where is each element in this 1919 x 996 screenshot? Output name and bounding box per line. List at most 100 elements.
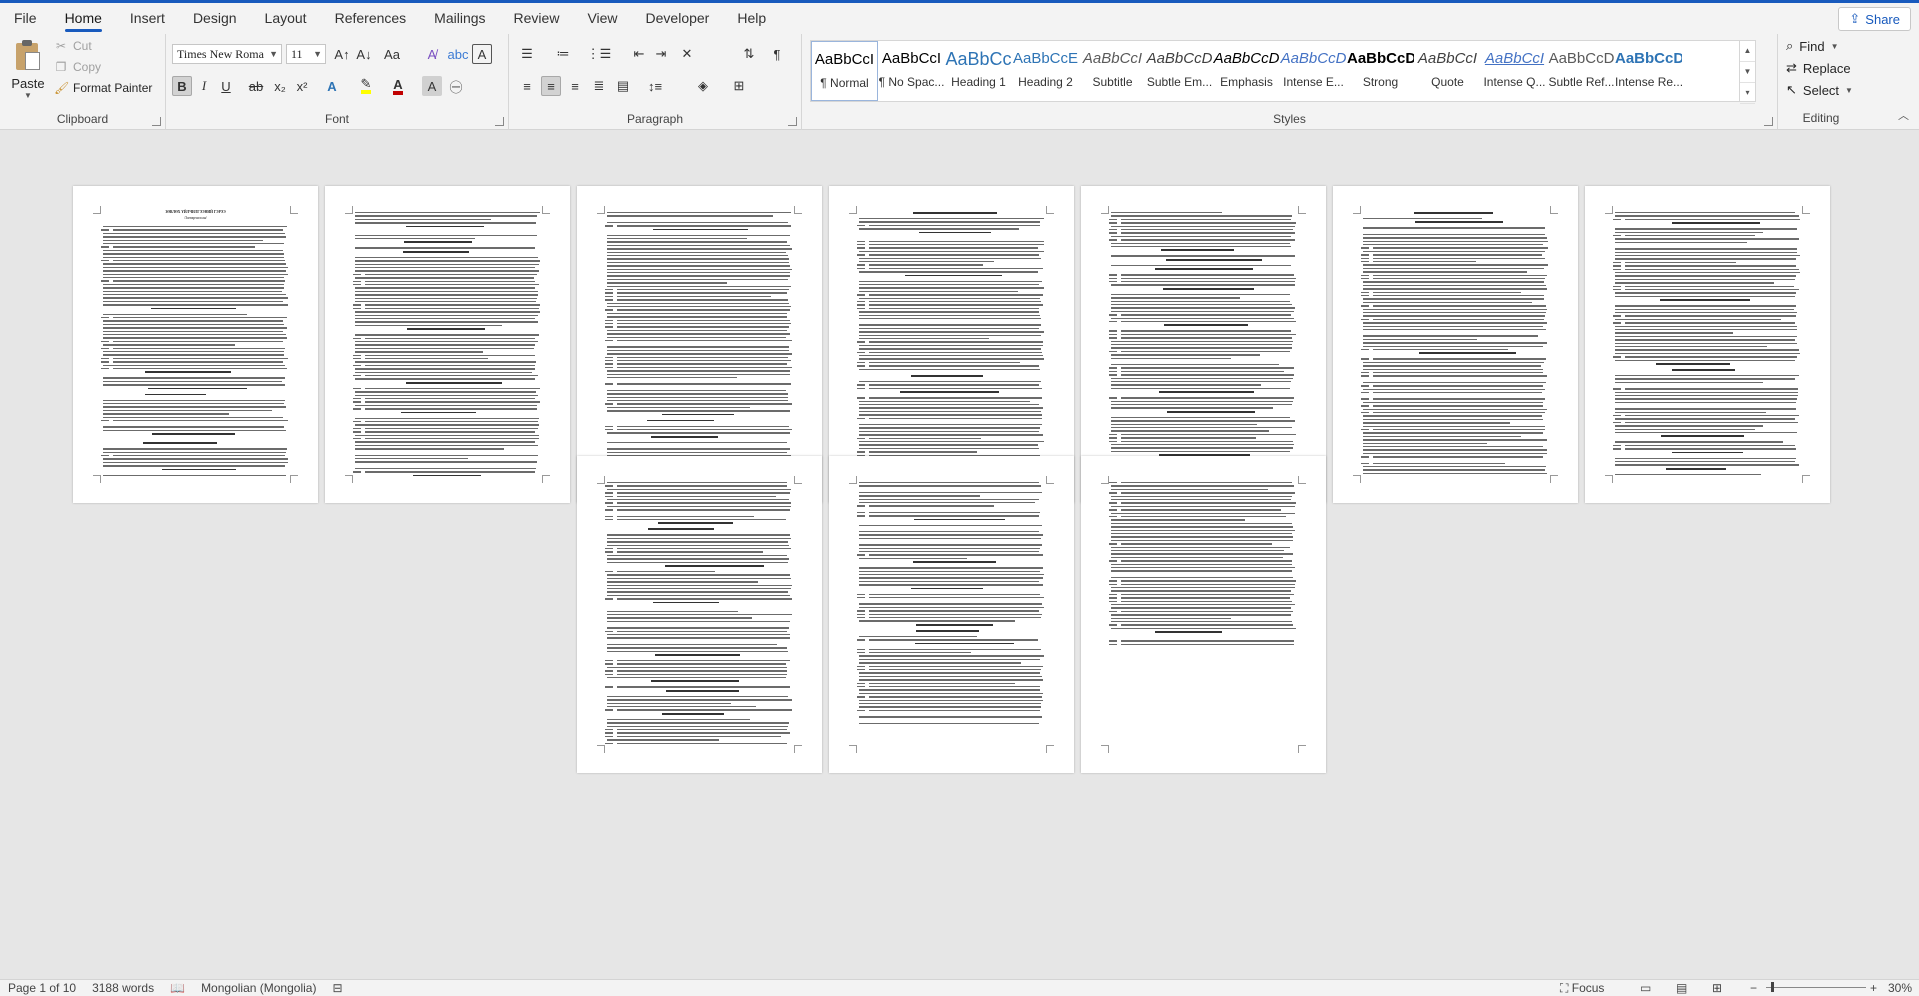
document-page[interactable]: [1333, 186, 1578, 503]
zoom-out-button[interactable]: −: [1750, 981, 1757, 995]
tab-insert[interactable]: Insert: [116, 3, 179, 34]
paste-button[interactable]: Paste ▼: [8, 40, 48, 102]
align-center-button[interactable]: ≡: [541, 76, 561, 96]
increase-indent-button[interactable]: ⇥: [651, 44, 671, 64]
tab-design[interactable]: Design: [179, 3, 251, 34]
borders-button[interactable]: ⊞: [729, 76, 749, 96]
more-icon[interactable]: ▾: [1740, 83, 1755, 104]
show-marks-button[interactable]: ¶: [767, 44, 787, 64]
web-layout-icon[interactable]: ⊞: [1712, 981, 1722, 995]
subscript-button[interactable]: x₂: [270, 76, 290, 96]
grow-font-button[interactable]: A↑: [332, 44, 352, 64]
clipboard-launcher-icon[interactable]: [152, 117, 161, 126]
superscript-button[interactable]: x²: [292, 76, 312, 96]
document-page[interactable]: [1585, 186, 1830, 503]
font-size-combo[interactable]: 11 ▼: [286, 44, 326, 64]
text-line: [607, 329, 787, 332]
collapse-ribbon-icon[interactable]: ︿: [1898, 107, 1909, 123]
zoom-slider-thumb[interactable]: [1771, 982, 1774, 992]
change-case-button[interactable]: Aa: [378, 44, 406, 64]
document-page[interactable]: [1081, 456, 1326, 773]
document-page[interactable]: [325, 186, 570, 503]
document-area[interactable]: ЗӨВЛӨХ ҮЙЛЧИЛГЭЭНИЙ ГЭРЭЭ/Загварчилсан/: [0, 131, 1919, 979]
style-item[interactable]: AaBbCcI Quote: [1414, 41, 1481, 101]
asian-layout-button[interactable]: ✕: [677, 44, 697, 64]
align-right-button[interactable]: ≡: [565, 76, 585, 96]
tab-file[interactable]: File: [0, 3, 51, 34]
font-name-combo[interactable]: Times New Roma ▼: [172, 44, 282, 64]
zoom-in-button[interactable]: +: [1870, 981, 1877, 995]
scroll-down-icon[interactable]: ▼: [1740, 62, 1755, 83]
tab-help[interactable]: Help: [723, 3, 780, 34]
style-item[interactable]: AaBbCcD Emphasis: [1213, 41, 1280, 101]
scroll-up-icon[interactable]: ▲: [1740, 41, 1755, 62]
replace-button[interactable]: ⇄ Replace: [1786, 60, 1851, 76]
distributed-button[interactable]: ▤: [613, 76, 633, 96]
text-effects-button[interactable]: A: [322, 76, 342, 96]
document-page[interactable]: [829, 456, 1074, 773]
shading-button[interactable]: ◈: [693, 76, 713, 96]
document-page[interactable]: [577, 456, 822, 773]
clear-formatting-button[interactable]: A̸: [422, 44, 442, 64]
style-item[interactable]: AaBbCcI Intense Q...: [1481, 41, 1548, 101]
tab-mailings[interactable]: Mailings: [420, 3, 499, 34]
style-item[interactable]: AaBbCcE Heading 2: [1012, 41, 1079, 101]
paragraph-launcher-icon[interactable]: [788, 117, 797, 126]
copy-button[interactable]: ❐ Copy: [54, 60, 101, 74]
style-item[interactable]: AaBbCcI ¶ No Spac...: [878, 41, 945, 101]
bold-button[interactable]: B: [172, 76, 192, 96]
numbering-button[interactable]: ≔: [553, 44, 573, 64]
style-item[interactable]: AaBbCcD Subtle Em...: [1146, 41, 1213, 101]
font-color-button[interactable]: A: [388, 76, 408, 96]
zoom-slider[interactable]: [1766, 987, 1866, 988]
tab-references[interactable]: References: [321, 3, 421, 34]
chevron-down-icon[interactable]: ▼: [8, 91, 48, 100]
bullets-button[interactable]: ☰: [517, 44, 537, 64]
zoom-level[interactable]: 30%: [1888, 981, 1912, 995]
style-item[interactable]: AaBbCc Heading 1: [945, 41, 1012, 101]
find-button[interactable]: ⌕ Find ▼: [1786, 38, 1839, 54]
style-item[interactable]: AaBbCcD Intense E...: [1280, 41, 1347, 101]
line-spacing-button[interactable]: ↕≡: [645, 76, 665, 96]
cut-button[interactable]: ✂ Cut: [54, 39, 92, 53]
character-shading-button[interactable]: A: [422, 76, 442, 96]
style-item[interactable]: AaBbCcD Strong: [1347, 41, 1414, 101]
style-item[interactable]: AaBbCcI Subtitle: [1079, 41, 1146, 101]
select-button[interactable]: ↖ Select ▼: [1786, 82, 1853, 98]
read-mode-icon[interactable]: ▭: [1640, 981, 1651, 995]
format-painter-button[interactable]: 🖌 Format Painter: [54, 81, 152, 95]
styles-launcher-icon[interactable]: [1764, 117, 1773, 126]
tab-review[interactable]: Review: [500, 3, 574, 34]
font-launcher-icon[interactable]: [495, 117, 504, 126]
sort-button[interactable]: ⇅: [739, 44, 759, 64]
page-count[interactable]: Page 1 of 10: [0, 981, 84, 995]
highlight-button[interactable]: ✎: [356, 76, 376, 96]
strikethrough-button[interactable]: ab: [246, 76, 266, 96]
focus-button[interactable]: ⛶ Focus: [1560, 981, 1604, 996]
decrease-indent-button[interactable]: ⇤: [629, 44, 649, 64]
character-border-button[interactable]: A: [472, 44, 492, 64]
language-indicator[interactable]: Mongolian (Mongolia): [193, 981, 324, 995]
shrink-font-button[interactable]: A↓: [354, 44, 374, 64]
phonetic-guide-button[interactable]: abc: [448, 44, 469, 64]
align-left-button[interactable]: ≡: [517, 76, 537, 96]
word-count[interactable]: 3188 words: [84, 981, 162, 995]
proofing-icon[interactable]: 📖: [162, 981, 193, 995]
style-item[interactable]: AaBbCcI ¶ Normal: [811, 41, 878, 101]
italic-button[interactable]: I: [194, 76, 214, 96]
multilevel-list-button[interactable]: ⋮☰: [587, 44, 612, 64]
tab-layout[interactable]: Layout: [251, 3, 321, 34]
style-item[interactable]: AaBbCcD Intense Re...: [1615, 41, 1682, 101]
justify-button[interactable]: ≣: [589, 76, 609, 96]
tab-home[interactable]: Home: [51, 3, 116, 34]
accessibility-icon[interactable]: ⊟: [324, 981, 350, 995]
document-page[interactable]: ЗӨВЛӨХ ҮЙЛЧИЛГЭЭНИЙ ГЭРЭЭ/Загварчилсан/: [73, 186, 318, 503]
print-layout-icon[interactable]: ▤: [1676, 981, 1687, 995]
enclose-characters-button[interactable]: ㊀: [446, 76, 466, 96]
tab-developer[interactable]: Developer: [632, 3, 724, 34]
tab-view[interactable]: View: [573, 3, 631, 34]
gallery-scroll[interactable]: ▲ ▼ ▾: [1739, 41, 1755, 104]
underline-button[interactable]: U: [216, 76, 236, 96]
share-button[interactable]: ⇪ Share: [1838, 7, 1911, 31]
style-item[interactable]: AaBbCcD Subtle Ref...: [1548, 41, 1615, 101]
